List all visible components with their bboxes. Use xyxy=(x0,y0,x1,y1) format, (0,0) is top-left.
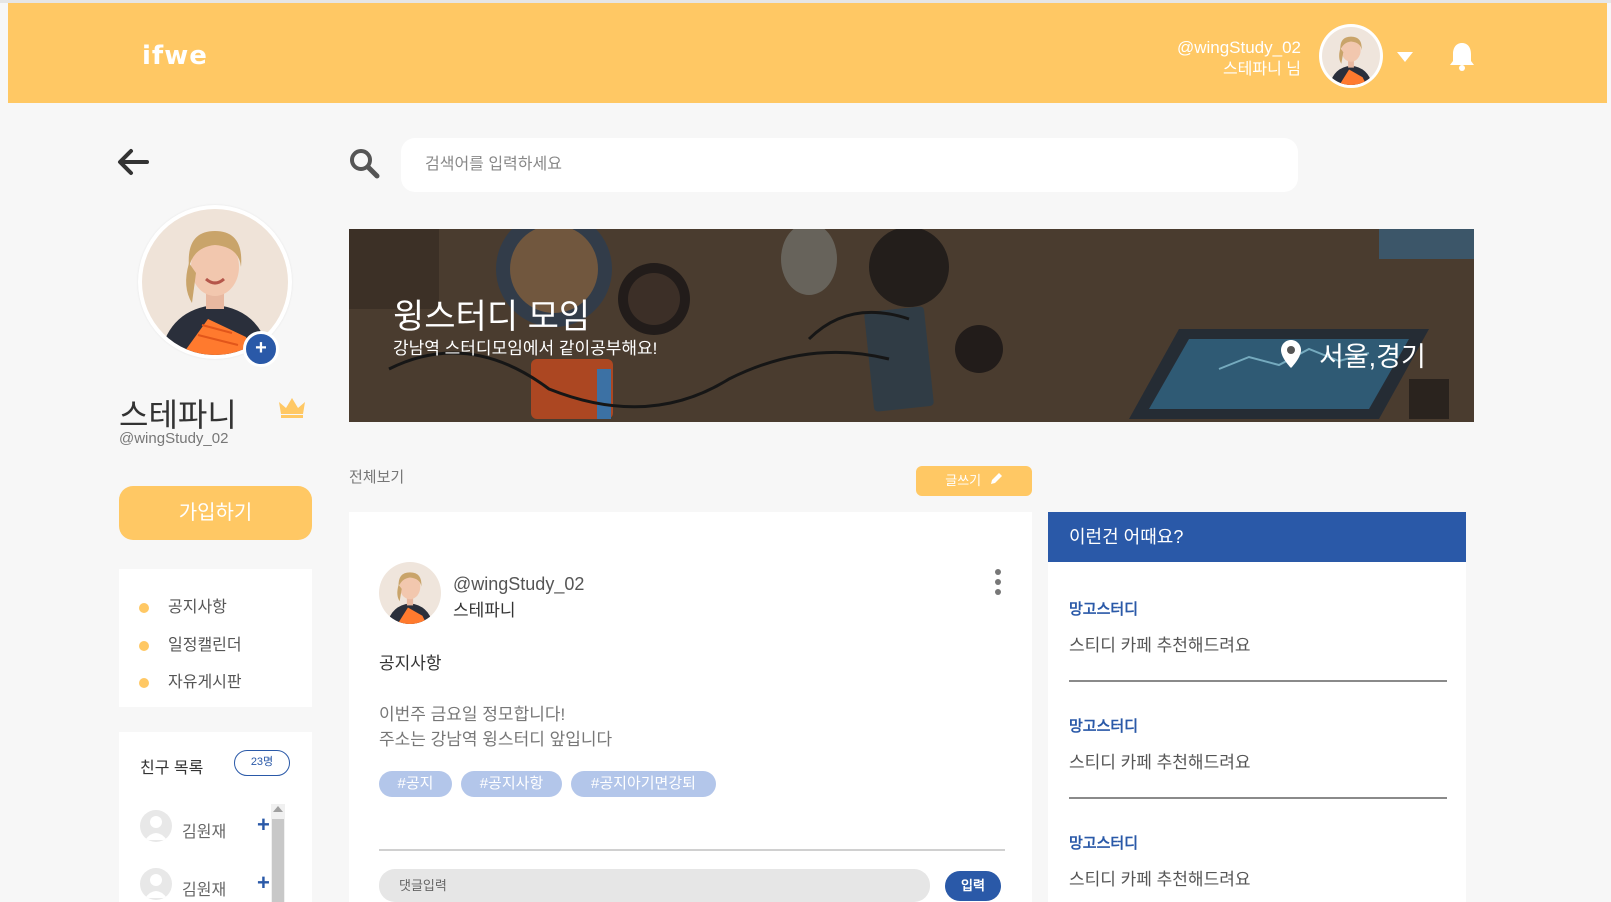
recommendation-item-title: 망고스터디 xyxy=(1069,601,1139,618)
scrollbar-thumb[interactable] xyxy=(272,819,284,902)
menu-item-free-board[interactable]: 자유게시판 xyxy=(139,668,242,692)
view-all-link[interactable]: 전체보기 xyxy=(349,466,404,487)
menu-item-calendar[interactable]: 일정캘린더 xyxy=(139,631,242,655)
header-avatar[interactable] xyxy=(1319,24,1383,88)
add-friend-button[interactable]: + xyxy=(257,812,270,838)
write-post-button[interactable]: 글쓰기 xyxy=(916,466,1032,496)
post-author-handle: @wingStudy_02 xyxy=(453,574,585,594)
recommendation-item[interactable]: 망고스터디 스티디 카페 추천해드려요 xyxy=(1069,832,1447,890)
add-friend-button[interactable]: + xyxy=(257,870,270,896)
banner-subtitle: 강남역 스터디모임에서 같이공부해요! xyxy=(393,339,658,358)
banner-location: 서울,경기 xyxy=(1319,342,1426,372)
search-input[interactable] xyxy=(401,138,1298,192)
friend-row[interactable]: 김원재 + xyxy=(140,868,275,902)
post-card: @wingStudy_02 스테파니 공지사항 이번주 금요일 정모합니다! 주… xyxy=(349,512,1032,902)
crown-icon xyxy=(277,396,307,423)
pencil-icon xyxy=(989,467,1003,497)
back-arrow-icon[interactable] xyxy=(117,148,149,181)
comment-submit-button[interactable]: 입력 xyxy=(945,871,1001,901)
header-user-handle: @wingStudy_02 xyxy=(1176,38,1301,57)
menu-item-notice[interactable]: 공지사항 xyxy=(139,593,227,617)
join-button[interactable]: 가입하기 xyxy=(119,486,312,540)
post-tag[interactable]: #공지사항 xyxy=(461,771,562,797)
scroll-up-arrow-icon[interactable] xyxy=(273,806,283,812)
user-placeholder-icon xyxy=(140,810,172,842)
user-placeholder-icon xyxy=(140,868,172,900)
write-button-label: 글쓰기 xyxy=(945,473,982,488)
add-photo-button[interactable]: + xyxy=(243,331,279,367)
recommendation-item[interactable]: 망고스터디 스티디 카페 추천해드려요 xyxy=(1069,715,1447,773)
bell-icon[interactable] xyxy=(1449,41,1475,76)
post-tag[interactable]: #공지 xyxy=(379,771,452,797)
recommendation-card: 이런건 어때요? 망고스터디 스티디 카페 추천해드려요 망고스터디 스티디 카… xyxy=(1048,512,1466,902)
post-tag[interactable]: #공지아기면강퇴 xyxy=(571,771,716,797)
post-body-line: 주소는 강남역 윙스터디 앞입니다 xyxy=(379,730,613,749)
post-author-name: 스테파니 xyxy=(453,601,516,620)
menu-item-label: 일정캘린더 xyxy=(168,637,242,654)
friend-name: 김원재 xyxy=(182,824,227,841)
friend-list-title: 친구 목록 xyxy=(140,760,204,777)
recommendation-item-title: 망고스터디 xyxy=(1069,718,1139,735)
recommendation-item-desc: 스티디 카페 추천해드려요 xyxy=(1069,870,1251,889)
banner-title: 윙스터디 모임 xyxy=(393,298,591,336)
group-banner: 윙스터디 모임 강남역 스터디모임에서 같이공부해요! 서울,경기 xyxy=(349,229,1474,422)
recommendation-divider xyxy=(1069,797,1447,799)
post-divider xyxy=(379,849,1005,851)
comment-input[interactable] xyxy=(379,869,930,902)
bullet-dot xyxy=(139,677,149,688)
header-avatar-image xyxy=(1322,27,1380,85)
post-author-avatar[interactable] xyxy=(379,562,441,624)
recommendation-divider xyxy=(1069,680,1447,682)
group-menu: 공지사항 일정캘린더 자유게시판 xyxy=(119,569,312,707)
menu-item-label: 자유게시판 xyxy=(168,674,242,691)
chevron-down-icon[interactable] xyxy=(1397,49,1413,67)
bullet-dot xyxy=(139,602,149,613)
recommendation-title: 이런건 어때요? xyxy=(1048,512,1466,562)
search-icon[interactable] xyxy=(348,147,380,184)
menu-item-label: 공지사항 xyxy=(168,599,227,616)
friend-row[interactable]: 김원재 + xyxy=(140,810,275,844)
header-user-name: 스테파니 님 xyxy=(1222,61,1301,78)
app-logo[interactable]: ifwe xyxy=(142,41,208,71)
location-pin-icon xyxy=(1281,340,1301,373)
post-category: 공지사항 xyxy=(379,654,442,673)
friend-name: 김원재 xyxy=(182,882,227,899)
more-vertical-icon[interactable] xyxy=(995,569,1003,599)
recommendation-item-title: 망고스터디 xyxy=(1069,835,1139,852)
bullet-dot xyxy=(139,640,149,651)
header-user-info: @wingStudy_02 스테파니 님 xyxy=(1177,37,1301,81)
recommendation-item[interactable]: 망고스터디 스티디 카페 추천해드려요 xyxy=(1069,598,1447,656)
friend-count-badge: 23명 xyxy=(234,750,290,776)
recommendation-item-desc: 스티디 카페 추천해드려요 xyxy=(1069,753,1251,772)
friend-list-card: 친구 목록 23명 김원재 + 김원재 + xyxy=(119,732,312,902)
profile-handle: @wingStudy_02 xyxy=(119,430,229,447)
recommendation-item-desc: 스티디 카페 추천해드려요 xyxy=(1069,636,1251,655)
top-header: ifwe @wingStudy_02 스테파니 님 xyxy=(8,3,1607,103)
post-body-line: 이번주 금요일 정모합니다! xyxy=(379,705,566,724)
